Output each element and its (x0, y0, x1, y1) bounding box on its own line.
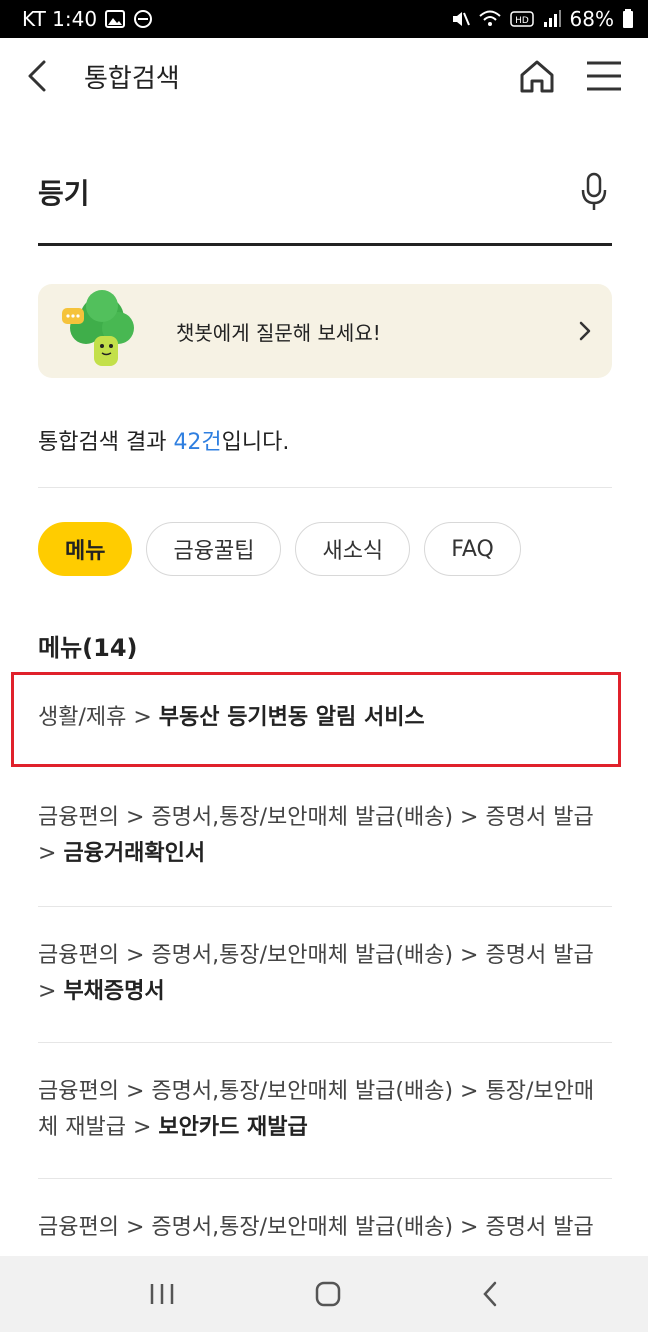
section-title: 메뉴(14) (38, 634, 138, 662)
item-title-post: 변동 알림 서비스 (267, 705, 425, 730)
chatbot-mascot-icon (58, 284, 146, 378)
signal-icon (542, 10, 562, 28)
microphone-icon[interactable] (580, 172, 608, 212)
list-item[interactable]: 금융편의 > 증명서,통장/보안매체 발급(배송) > 증명서 발급 > (38, 1210, 612, 1256)
recent-apps-icon[interactable] (149, 1282, 175, 1306)
divider (38, 1178, 612, 1179)
wifi-icon (478, 9, 502, 29)
result-summary-prefix: 통합검색 결과 (38, 430, 174, 455)
list-item[interactable]: 금융편의 > 증명서,통장/보안매체 발급(배송) > 증명서 발급 > 부채증… (38, 938, 612, 1010)
chevron-right-icon (578, 320, 592, 342)
system-nav-bar (0, 1256, 648, 1332)
app-bar: 통합검색 (0, 38, 648, 114)
battery-icon (622, 9, 634, 29)
hd-icon: HD (509, 10, 534, 28)
result-summary: 통합검색 결과 42건입니다. (38, 424, 612, 488)
mute-icon (450, 9, 470, 29)
item-path: 금융편의 > 증명서,통장/보안매체 발급(배송) > 증명서 발급 > (38, 1215, 594, 1256)
status-right: HD 68% (450, 7, 634, 31)
chip-faq[interactable]: FAQ (424, 522, 521, 576)
chip-finance-tips[interactable]: 금융꿀팁 (146, 522, 282, 576)
battery-percent: 68% (569, 7, 614, 31)
list-item[interactable]: 생활/제휴 > 부동산 등기변동 알림 서비스 (38, 700, 612, 736)
app-bar-actions (518, 57, 622, 95)
list-item[interactable]: 금융편의 > 증명서,통장/보안매체 발급(배송) > 통장/보안매체 재발급 … (38, 1074, 612, 1146)
page-title: 통합검색 (84, 63, 180, 94)
divider (38, 1042, 612, 1043)
chevron-left-icon[interactable] (26, 56, 62, 96)
divider (38, 906, 612, 907)
chatbot-prompt: 챗봇에게 질문해 보세요! (176, 320, 381, 345)
item-title: 부채증명서 (63, 979, 165, 1004)
item-title: 금융거래확인서 (63, 841, 206, 866)
category-chips: 메뉴 금융꿀팁 새소식 FAQ (38, 522, 521, 576)
result-summary-suffix: 입니다. (221, 430, 290, 455)
back-button-icon[interactable] (481, 1280, 499, 1308)
svg-text:HD: HD (515, 16, 529, 26)
home-button-icon[interactable] (314, 1280, 342, 1308)
do-not-disturb-icon (133, 9, 153, 29)
image-icon (105, 10, 126, 28)
home-icon[interactable] (518, 57, 556, 95)
item-path: 생활/제휴 > (38, 705, 159, 730)
item-title: 보안카드 재발급 (158, 1115, 308, 1140)
result-count: 42건 (173, 430, 222, 455)
chatbot-banner[interactable]: 챗봇에게 질문해 보세요! (38, 284, 612, 378)
search-field (38, 140, 612, 246)
search-input[interactable] (38, 175, 518, 208)
chip-menu[interactable]: 메뉴 (38, 522, 133, 576)
carrier-time: KT 1:40 (22, 7, 98, 31)
item-keyword: 등기 (227, 705, 268, 730)
status-left: KT 1:40 (22, 7, 153, 31)
status-bar: KT 1:40 HD 68% (0, 0, 648, 38)
list-item[interactable]: 금융편의 > 증명서,통장/보안매체 발급(배송) > 증명서 발급 > 금융거… (38, 800, 612, 872)
item-title-pre: 부동산 (158, 705, 228, 730)
item-path: 금융편의 > 증명서,통장/보안매체 발급(배송) > 통장/보안매체 재발급 … (38, 1079, 595, 1140)
hamburger-menu-icon[interactable] (586, 60, 622, 92)
chip-news[interactable]: 새소식 (295, 522, 411, 576)
